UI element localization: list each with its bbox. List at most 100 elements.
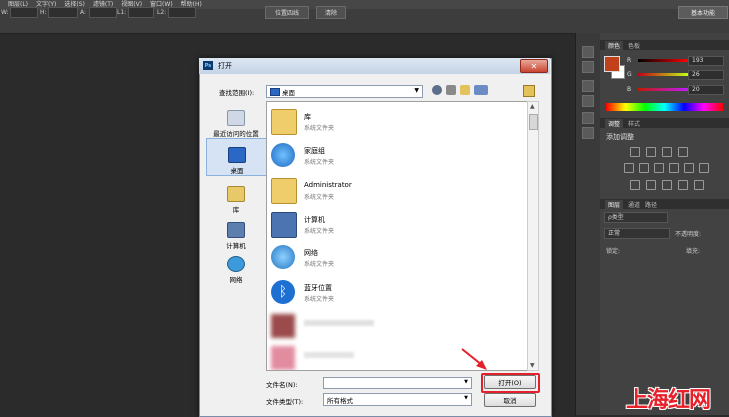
adjustments-tabs: 调整 样式 xyxy=(600,118,729,128)
hue-saturation-icon[interactable] xyxy=(639,163,649,173)
item-name: 蓝牙位置 xyxy=(304,284,332,292)
tab-adjustments[interactable]: 调整 xyxy=(605,118,624,128)
tab-paths[interactable]: 路径 xyxy=(645,200,657,209)
view-menu-icon[interactable] xyxy=(474,85,488,95)
homegroup-icon xyxy=(271,143,295,167)
clear-button[interactable]: 清除 xyxy=(316,6,346,19)
blurred-name xyxy=(304,352,354,358)
posterize-icon[interactable] xyxy=(646,180,656,190)
dialog-titlebar[interactable] xyxy=(199,58,550,74)
list-item[interactable]: 计算机 系统文件夹 xyxy=(270,210,525,240)
lock-label: 锁定: xyxy=(606,248,621,255)
vibrance-icon[interactable] xyxy=(624,163,634,173)
levels-icon[interactable] xyxy=(646,147,656,157)
computer-icon xyxy=(271,212,297,238)
selective-color-icon[interactable] xyxy=(694,180,704,190)
back-icon[interactable] xyxy=(432,85,442,95)
b-slider[interactable] xyxy=(638,88,688,91)
l1-field[interactable] xyxy=(128,7,154,18)
channel-mixer-icon[interactable] xyxy=(699,163,709,173)
photo-filter-icon[interactable] xyxy=(684,163,694,173)
adjustments-row-2 xyxy=(624,163,709,173)
w-field[interactable] xyxy=(10,7,38,18)
l2-label: L2: xyxy=(157,9,167,16)
adjustments-row-1 xyxy=(630,147,688,157)
threshold-icon[interactable] xyxy=(662,180,672,190)
h-field[interactable] xyxy=(48,7,78,18)
navigation-tools xyxy=(432,85,488,97)
l1-label: L1: xyxy=(117,9,127,16)
clone-source-icon[interactable] xyxy=(582,95,594,107)
brush-icon[interactable] xyxy=(582,80,594,92)
lookin-select[interactable]: 桌面 ▼ xyxy=(266,85,423,98)
network-icon xyxy=(271,245,295,269)
black-white-icon[interactable] xyxy=(669,163,679,173)
workspace-switcher[interactable]: 基本功能 xyxy=(678,6,728,19)
annotation-arrow-icon xyxy=(461,348,487,370)
item-type: 系统文件夹 xyxy=(304,125,335,132)
place-recent[interactable]: 最近访问的位置 xyxy=(206,102,266,138)
tab-swatches[interactable]: 色板 xyxy=(628,41,640,50)
library-icon[interactable] xyxy=(523,85,535,97)
place-network[interactable]: 网络 xyxy=(206,248,266,284)
w-label: W: xyxy=(1,9,9,16)
list-item[interactable]: Administrator 系统文件夹 xyxy=(270,176,525,206)
r-slider[interactable] xyxy=(638,59,688,62)
blurred-thumbnail-icon xyxy=(271,314,295,338)
scroll-up-icon[interactable]: ▲ xyxy=(530,103,535,110)
scroll-down-icon[interactable]: ▼ xyxy=(530,362,535,369)
libraries-folder-icon xyxy=(271,109,297,135)
new-folder-icon[interactable] xyxy=(460,85,470,95)
exposure-icon[interactable] xyxy=(678,147,688,157)
tab-styles[interactable]: 样式 xyxy=(628,119,640,128)
character-icon[interactable] xyxy=(582,112,594,124)
color-balance-icon[interactable] xyxy=(654,163,664,173)
layer-filter-kind[interactable]: ρ类型 xyxy=(604,212,668,223)
filetype-select[interactable]: 所有格式 ▼ xyxy=(323,393,472,406)
paragraph-icon[interactable] xyxy=(582,127,594,139)
l2-field[interactable] xyxy=(168,7,196,18)
a-field[interactable] xyxy=(89,7,117,18)
item-type: 系统文件夹 xyxy=(304,296,335,303)
invert-icon[interactable] xyxy=(630,180,640,190)
curves-icon[interactable] xyxy=(662,147,672,157)
list-item[interactable]: ᛒ 蓝牙位置 系统文件夹 xyxy=(270,278,525,308)
tab-layers[interactable]: 图层 xyxy=(605,199,624,209)
chevron-down-icon: ▼ xyxy=(464,395,468,401)
gradient-map-icon[interactable] xyxy=(678,180,688,190)
properties-icon[interactable] xyxy=(582,61,594,73)
close-button[interactable]: ✕ xyxy=(520,59,548,73)
g-value[interactable]: 26 xyxy=(688,70,724,80)
b-value[interactable]: 20 xyxy=(688,85,724,95)
list-item[interactable]: 家庭组 系统文件夹 xyxy=(270,141,525,171)
item-name: 家庭组 xyxy=(304,147,325,155)
recent-places-icon xyxy=(227,110,245,126)
up-folder-icon[interactable] xyxy=(446,85,456,95)
dialog-title: 打开 xyxy=(218,62,232,70)
color-spectrum-ramp[interactable] xyxy=(606,103,723,111)
list-item[interactable]: 库 系统文件夹 xyxy=(270,107,525,137)
bluetooth-icon: ᛒ xyxy=(271,280,295,304)
g-slider[interactable] xyxy=(638,73,688,76)
item-name: Administrator xyxy=(304,181,352,189)
file-list-scrollbar[interactable]: ▲ ▼ xyxy=(527,101,539,371)
position-button[interactable]: 位置四线 xyxy=(265,6,309,19)
list-item[interactable]: 网络 系统文件夹 xyxy=(270,243,525,273)
cancel-button[interactable]: 取消 xyxy=(484,393,536,407)
place-libraries[interactable]: 库 xyxy=(206,178,266,214)
item-name: 计算机 xyxy=(304,216,325,224)
brightness-icon[interactable] xyxy=(630,147,640,157)
place-desktop[interactable]: 桌面 xyxy=(206,138,268,176)
blend-mode-select[interactable]: 正常 xyxy=(604,228,670,239)
tab-channels[interactable]: 通道 xyxy=(628,200,640,209)
item-name: 网络 xyxy=(304,249,318,257)
r-value[interactable]: 193 xyxy=(688,56,724,66)
adjustments-title: 添加调整 xyxy=(606,133,634,141)
filename-input[interactable]: ▼ xyxy=(323,377,472,389)
file-list: 库 系统文件夹 家庭组 系统文件夹 Administrator 系统文件夹 计算… xyxy=(266,101,530,371)
list-item-blurred[interactable] xyxy=(270,312,525,342)
history-icon[interactable] xyxy=(582,46,594,58)
tab-color[interactable]: 颜色 xyxy=(605,40,624,50)
scroll-thumb[interactable] xyxy=(529,114,538,130)
place-computer[interactable]: 计算机 xyxy=(206,214,266,250)
